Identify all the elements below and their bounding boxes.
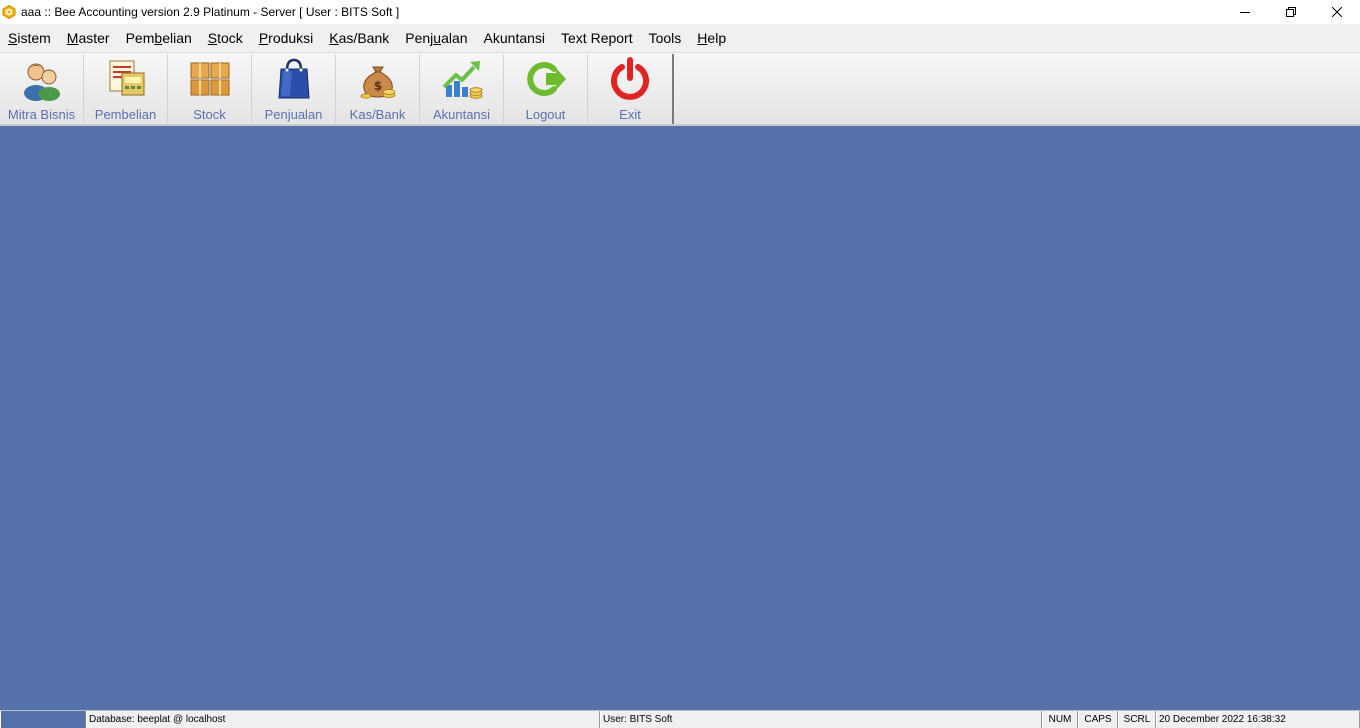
status-scroll-lock: SCRL xyxy=(1118,711,1156,728)
chart-up-icon xyxy=(442,61,482,99)
close-button[interactable] xyxy=(1314,0,1360,24)
toolbar-button-group: Mitra Bisnis Pembelian Stock Penjualan $… xyxy=(0,54,674,124)
toolbar-button-logout[interactable]: Logout xyxy=(504,54,588,124)
toolbar-label-kas-bank: Kas/Bank xyxy=(349,107,406,122)
restore-button[interactable] xyxy=(1268,0,1314,24)
toolbar-button-stock[interactable]: Stock xyxy=(168,54,252,124)
toolbar-button-akuntansi[interactable]: Akuntansi xyxy=(420,54,504,124)
status-bar: Database: beeplat @ localhost User: BITS… xyxy=(0,710,1360,728)
status-progress xyxy=(0,711,86,728)
power-icon xyxy=(611,57,649,100)
menu-produksi[interactable]: Produksi xyxy=(251,24,321,53)
status-datetime: 20 December 2022 16:38:32 xyxy=(1156,711,1360,728)
minimize-button[interactable] xyxy=(1222,0,1268,24)
minimize-icon xyxy=(1240,12,1250,13)
purchase-icon xyxy=(109,60,144,96)
toolbar: Mitra Bisnis Pembelian Stock Penjualan $… xyxy=(0,53,1360,126)
menu-text-report[interactable]: Text Report xyxy=(553,24,641,53)
money-bag-icon: $ xyxy=(360,66,395,99)
menu-help[interactable]: Help xyxy=(689,24,734,53)
toolbar-button-exit[interactable]: Exit xyxy=(588,54,672,124)
menu-master[interactable]: Master xyxy=(59,24,118,53)
window-controls xyxy=(1222,0,1360,24)
toolbar-label-exit: Exit xyxy=(619,107,641,122)
menu-stock[interactable]: Stock xyxy=(200,24,251,53)
close-icon xyxy=(1332,7,1342,17)
status-caps-lock: CAPS xyxy=(1078,711,1118,728)
toolbar-button-kas-bank[interactable]: $ Kas/Bank xyxy=(336,54,420,124)
toolbar-label-logout: Logout xyxy=(525,107,566,122)
restore-icon xyxy=(1286,7,1296,17)
users-icon xyxy=(23,63,60,101)
menu-akuntansi[interactable]: Akuntansi xyxy=(476,24,553,53)
menu-penjualan[interactable]: Penj u alan xyxy=(397,24,475,53)
svg-text:$: $ xyxy=(373,79,381,93)
window-title: aaa :: Bee Accounting version 2.9 Platin… xyxy=(21,5,400,19)
title-bar: aaa :: Bee Accounting version 2.9 Platin… xyxy=(0,0,1360,24)
toolbar-label-akuntansi: Akuntansi xyxy=(432,107,491,122)
toolbar-label-stock: Stock xyxy=(193,107,226,122)
status-user: User: BITS Soft xyxy=(600,711,1042,728)
menu-sistem[interactable]: Sistem xyxy=(0,24,59,53)
toolbar-button-pembelian[interactable]: Pembelian xyxy=(84,54,168,124)
toolbar-label-pembelian: Pembelian xyxy=(94,107,157,122)
toolbar-label-mitra-bisnis: Mitra Bisnis xyxy=(7,107,76,122)
boxes-icon xyxy=(190,62,229,96)
status-num-lock: NUM xyxy=(1042,711,1078,728)
bee-app-icon[interactable] xyxy=(2,5,16,19)
menu-bar: Sistem Master Pem b elian Stock Produksi K… xyxy=(0,24,1360,53)
menu-pembelian[interactable]: Pem b elian xyxy=(118,24,200,53)
mdi-workspace[interactable] xyxy=(0,126,1360,710)
toolbar-button-mitra-bisnis[interactable]: Mitra Bisnis xyxy=(0,54,84,124)
menu-kas-bank[interactable]: Kas/Bank xyxy=(321,24,397,53)
menu-tools[interactable]: Tools xyxy=(641,24,690,53)
status-database: Database: beeplat @ localhost xyxy=(86,711,600,728)
logout-icon xyxy=(526,62,566,96)
shopping-bag-icon xyxy=(277,58,310,99)
toolbar-button-penjualan[interactable]: Penjualan xyxy=(252,54,336,124)
toolbar-label-penjualan: Penjualan xyxy=(264,107,323,122)
